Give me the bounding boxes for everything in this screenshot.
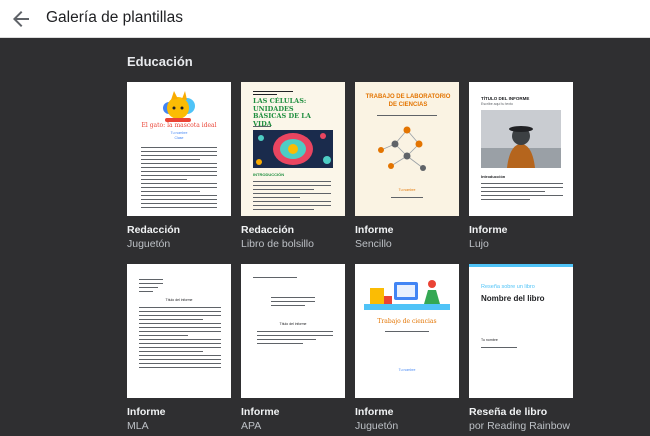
template-thumbnail: Título del informe <box>127 264 231 398</box>
page-title: Galería de plantillas <box>46 9 183 26</box>
preview-title: Trabajo de ciencias <box>377 318 437 325</box>
template-category: Informe <box>355 224 394 236</box>
template-thumbnail: Título del informe <box>241 264 345 398</box>
template-thumbnail: LAS CÉLULAS: UNIDADES BÁSICAS DE LA VIDA… <box>241 82 345 216</box>
template-thumbnail: TÍTULO DEL INFORME Escribe aquí tu texto… <box>469 82 573 216</box>
template-name: Juguetón <box>355 420 399 432</box>
preview-kicker: Reseña sobre un libro <box>481 284 535 290</box>
template-category: Informe <box>241 406 280 418</box>
template-card-resena-de-libro[interactable]: Reseña sobre un libro Nombre del libro T… <box>469 264 575 432</box>
preview-author: Tu nombre <box>170 131 188 135</box>
template-name: por Reading Rainbow <box>469 420 570 432</box>
preview-title: Título del informe <box>165 298 193 302</box>
preview-subtitle-line <box>377 112 437 119</box>
template-category: Informe <box>469 224 508 236</box>
preview-title: Nombre del libro <box>481 294 545 303</box>
template-card-redaccion-jugueton[interactable]: El gato: la mascota ideal Tu nombre Clas… <box>127 82 233 250</box>
top-app-bar: Galería de plantillas <box>0 0 650 38</box>
preview-subtitle: Escribe aquí tu texto <box>481 102 513 106</box>
template-category: Redacción <box>127 224 181 236</box>
template-card-informe-lujo[interactable]: TÍTULO DEL INFORME Escribe aquí tu texto… <box>469 82 575 250</box>
template-card-informe-mla[interactable]: Título del informe Informe MLA <box>127 264 233 432</box>
preview-body-text <box>253 178 331 213</box>
preview-author: Tu nombre <box>481 338 498 342</box>
preview-body-text <box>139 304 221 371</box>
preview-subtitle-line <box>253 123 283 130</box>
template-card-informe-sencillo[interactable]: TRABAJO DE LABORATORIO DE CIENCIAS Tu no… <box>355 82 461 250</box>
arrow-back-icon[interactable] <box>9 7 33 31</box>
preview-footer-line <box>391 194 423 201</box>
cell-illustration-icon <box>253 130 333 168</box>
preview-intro-heading: INTRODUCCIÓN <box>253 172 285 177</box>
template-name: MLA <box>127 420 149 432</box>
preview-subtitle-line <box>385 328 429 335</box>
preview-title-block <box>271 294 315 309</box>
template-card-informe-apa[interactable]: Título del informe Informe APA <box>241 264 347 432</box>
science-illustration-icon <box>364 280 450 310</box>
preview-title: TÍTULO DEL INFORME <box>481 96 530 101</box>
template-thumbnail: El gato: la mascota ideal Tu nombre Clas… <box>127 82 231 216</box>
preview-title: El gato: la mascota ideal <box>141 122 217 129</box>
preview-author: Tu nombre <box>398 368 416 372</box>
template-category: Informe <box>127 406 166 418</box>
template-name: Sencillo <box>355 238 392 250</box>
template-name: Juguetón <box>127 238 171 250</box>
template-thumbnail: TRABAJO DE LABORATORIO DE CIENCIAS Tu no… <box>355 82 459 216</box>
preview-body-text <box>481 180 563 203</box>
section-title: Educación <box>127 54 193 69</box>
preview-title: TRABAJO DE LABORATORIO DE CIENCIAS <box>365 94 451 108</box>
template-name: Lujo <box>469 238 489 250</box>
preview-intro-heading: Introducción <box>481 174 506 179</box>
preview-body-text <box>257 328 333 347</box>
person-photo-image <box>481 110 561 168</box>
template-name: APA <box>241 420 262 432</box>
preview-course: Clase <box>174 136 184 140</box>
template-name: Libro de bolsillo <box>241 238 314 250</box>
template-category: Informe <box>355 406 394 418</box>
template-thumbnail: Reseña sobre un libro Nombre del libro T… <box>469 264 573 398</box>
template-card-redaccion-libro-de-bolsillo[interactable]: LAS CÉLULAS: UNIDADES BÁSICAS DE LA VIDA… <box>241 82 347 250</box>
template-category: Redacción <box>241 224 295 236</box>
template-thumbnail: Trabajo de ciencias Tu nombre <box>355 264 459 398</box>
preview-header-block <box>139 276 163 295</box>
preview-running-head <box>253 274 297 281</box>
molecule-illustration-icon <box>378 126 426 171</box>
preview-title: Título del informe <box>279 322 307 326</box>
template-card-informe-jugueton[interactable]: Trabajo de ciencias Tu nombre Informe Ju… <box>355 264 461 432</box>
template-category: Reseña de libro <box>469 406 548 418</box>
preview-author: Tu nombre <box>398 188 416 192</box>
fox-illustration-icon <box>163 91 195 122</box>
preview-top-bar <box>469 264 573 267</box>
preview-body-text <box>141 144 217 211</box>
preview-author-line <box>481 344 517 351</box>
